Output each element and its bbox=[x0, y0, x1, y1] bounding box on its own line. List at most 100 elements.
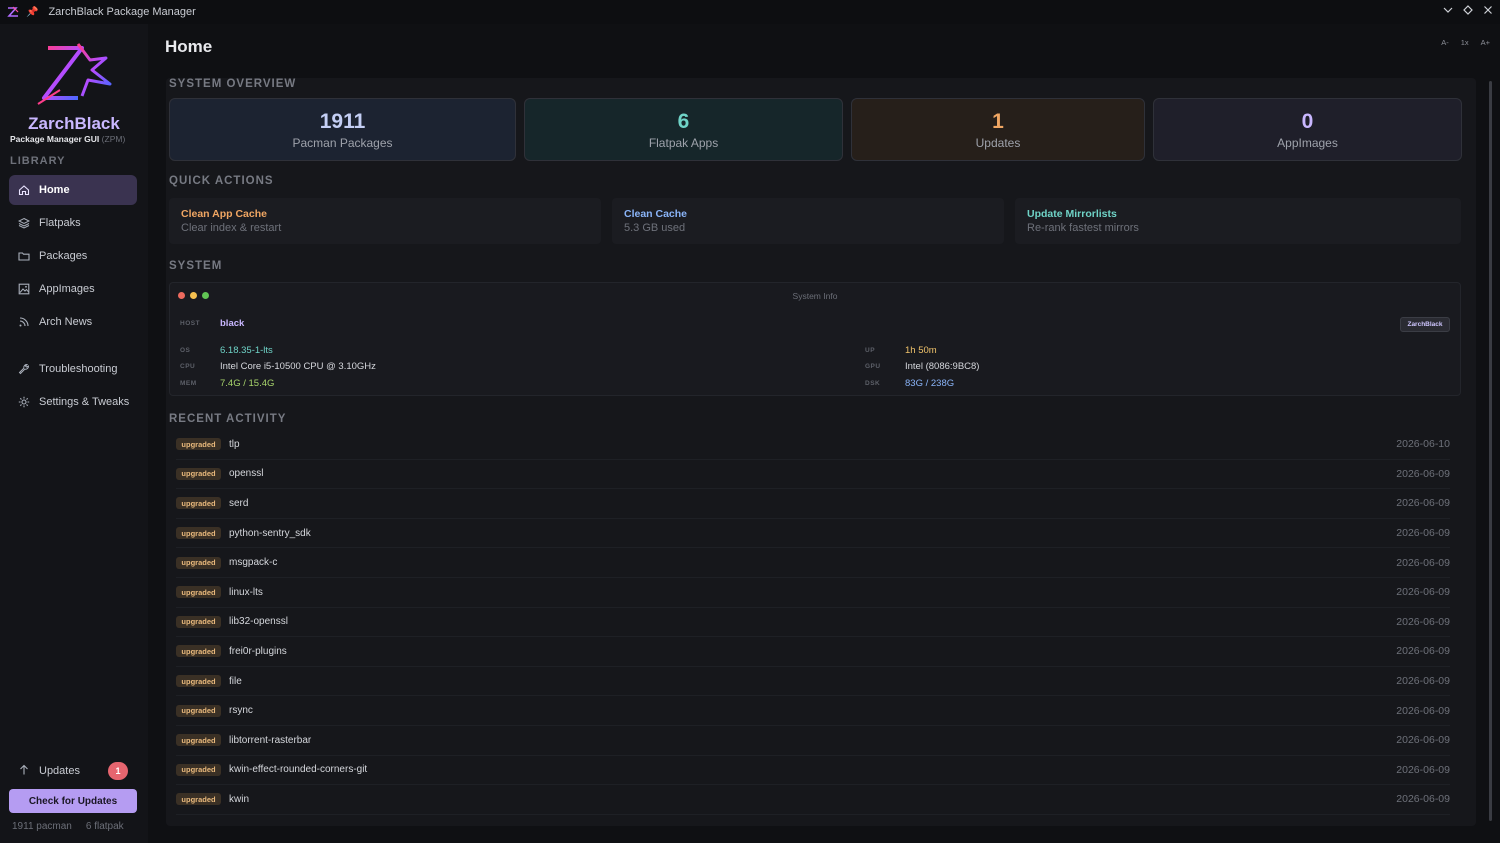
maximize-button[interactable] bbox=[1462, 4, 1474, 18]
sidebar-item-label: Packages bbox=[39, 250, 88, 262]
stat-label: Updates bbox=[975, 135, 1021, 150]
updates-label: Updates bbox=[39, 765, 80, 777]
stat-value: 1 bbox=[992, 109, 1004, 133]
stat-label: Flatpak Apps bbox=[648, 135, 719, 150]
sidebar-item-label: Flatpaks bbox=[39, 217, 81, 229]
mem-value: 7.4G / 15.4G bbox=[220, 378, 275, 389]
title-bar: 📌 ZarchBlack Package Manager bbox=[0, 0, 1500, 24]
pin-icon[interactable]: 📌 bbox=[26, 7, 38, 18]
brand-subtitle: Package Manager GUI (ZPM) bbox=[10, 134, 125, 144]
update-mirrorlists-action[interactable]: Update Mirrorlists Re-rank fastest mirro… bbox=[1015, 198, 1461, 244]
activity-row[interactable]: upgraded libtorrent-rasterbar 2026-06-09 bbox=[176, 726, 1450, 756]
status-badge: upgraded bbox=[176, 734, 221, 747]
zoom-reset-button[interactable]: 1x bbox=[1461, 38, 1469, 47]
home-icon bbox=[17, 184, 31, 196]
activity-row[interactable]: upgraded msgpack-c 2026-06-09 bbox=[176, 548, 1450, 578]
sidebar-item-label: Troubleshooting bbox=[39, 363, 118, 375]
activity-row[interactable]: upgraded kwin 2026-06-09 bbox=[176, 785, 1450, 815]
minimize-button[interactable] bbox=[1442, 4, 1454, 18]
check-for-updates-button[interactable]: Check for Updates bbox=[9, 789, 137, 813]
activity-row[interactable]: upgraded rsync 2026-06-09 bbox=[176, 696, 1450, 726]
mem-row: MEM 7.4G / 15.4G bbox=[180, 378, 274, 389]
folder-icon bbox=[17, 250, 31, 262]
host-key: HOST bbox=[180, 320, 201, 327]
package-name: file bbox=[229, 675, 242, 687]
activity-row[interactable]: upgraded linux-lts 2026-06-09 bbox=[176, 578, 1450, 608]
stat-value: 0 bbox=[1301, 109, 1314, 133]
package-name: libtorrent-rasterbar bbox=[229, 734, 312, 746]
page-title: Home bbox=[165, 37, 213, 56]
stat-label: AppImages bbox=[1277, 135, 1338, 150]
clean-cache-action[interactable]: Clean Cache 5.3 GB used bbox=[612, 198, 1004, 244]
system-overview-heading: SYSTEM OVERVIEW bbox=[169, 78, 297, 90]
sidebar-item-troubleshooting[interactable]: Troubleshooting bbox=[9, 354, 137, 384]
stat-card-flatpak[interactable]: 6 Flatpak Apps bbox=[524, 98, 843, 161]
activity-date: 2026-06-10 bbox=[1396, 438, 1450, 451]
activity-row[interactable]: upgraded python-sentry_sdk 2026-06-09 bbox=[176, 519, 1450, 549]
brand-tag: (ZPM) bbox=[101, 134, 126, 144]
arrow-up-icon bbox=[17, 764, 31, 779]
library-heading: LIBRARY bbox=[10, 155, 66, 167]
up-key: UP bbox=[865, 347, 876, 354]
sidebar-item-appimages[interactable]: AppImages bbox=[9, 274, 137, 304]
os-row: OS 6.18.35-1-lts bbox=[180, 345, 273, 356]
updates-count-badge: 1 bbox=[107, 762, 128, 780]
activity-row[interactable]: upgraded file 2026-06-09 bbox=[176, 667, 1450, 697]
zoom-increase-button[interactable]: A+ bbox=[1481, 38, 1490, 47]
sidebar-item-settings[interactable]: Settings & Tweaks bbox=[9, 387, 137, 417]
layers-icon bbox=[17, 217, 31, 229]
sidebar-item-label: Settings & Tweaks bbox=[39, 396, 130, 408]
brand-subtitle-text: Package Manager GUI bbox=[10, 134, 100, 144]
sidebar-item-label: Home bbox=[39, 184, 70, 196]
sidebar-item-packages[interactable]: Packages bbox=[9, 241, 137, 271]
main-area: Home A- 1x A+ SYSTEM OVERVIEW 1911 Pacma… bbox=[148, 24, 1500, 843]
stat-card-pacman[interactable]: 1911 Pacman Packages bbox=[169, 98, 516, 161]
activity-date: 2026-06-09 bbox=[1396, 675, 1450, 688]
mem-key: MEM bbox=[180, 380, 197, 387]
os-key: OS bbox=[180, 347, 191, 354]
sidebar-item-label: AppImages bbox=[39, 283, 95, 295]
zoom-controls: A- 1x A+ bbox=[1441, 38, 1490, 47]
stat-card-updates[interactable]: 1 Updates bbox=[851, 98, 1145, 161]
status-badge: upgraded bbox=[176, 497, 221, 510]
action-title: Update Mirrorlists bbox=[1027, 208, 1117, 220]
window-title: ZarchBlack Package Manager bbox=[48, 6, 196, 18]
activity-date: 2026-06-09 bbox=[1396, 497, 1450, 510]
action-title: Clean App Cache bbox=[181, 208, 267, 220]
stat-card-appimages[interactable]: 0 AppImages bbox=[1153, 98, 1462, 161]
sidebar-item-updates[interactable]: Updates 1 bbox=[9, 756, 137, 786]
sidebar: ZarchBlack Package Manager GUI (ZPM) LIB… bbox=[0, 24, 148, 843]
quick-actions-heading: QUICK ACTIONS bbox=[169, 175, 274, 187]
package-name: linux-lts bbox=[229, 586, 263, 598]
activity-row[interactable]: upgraded tlp 2026-06-10 bbox=[176, 430, 1450, 460]
zoom-decrease-button[interactable]: A- bbox=[1441, 38, 1449, 47]
sidebar-item-home[interactable]: Home bbox=[9, 175, 137, 205]
stat-value: 6 bbox=[677, 109, 690, 133]
system-heading: SYSTEM bbox=[169, 260, 223, 272]
activity-row[interactable]: upgraded kwin-effect-rounded-corners-git 2… bbox=[176, 756, 1450, 786]
gpu-row: GPU Intel (8086:9BC8) bbox=[865, 361, 979, 372]
package-name: kwin-effect-rounded-corners-git bbox=[229, 764, 368, 776]
sidebar-item-arch-news[interactable]: Arch News bbox=[9, 307, 137, 337]
activity-date: 2026-06-09 bbox=[1396, 586, 1450, 599]
activity-row[interactable]: upgraded serd 2026-06-09 bbox=[176, 489, 1450, 519]
up-value: 1h 50m bbox=[905, 345, 937, 356]
sidebar-item-flatpaks[interactable]: Flatpaks bbox=[9, 208, 137, 238]
close-button[interactable] bbox=[1482, 4, 1494, 18]
package-name: kwin bbox=[229, 793, 250, 805]
activity-row[interactable]: upgraded openssl 2026-06-09 bbox=[176, 460, 1450, 490]
cpu-key: CPU bbox=[180, 363, 196, 370]
clean-app-cache-action[interactable]: Clean App Cache Clear index & restart bbox=[169, 198, 601, 244]
host-value: black bbox=[220, 318, 245, 329]
content-scrollbar[interactable] bbox=[1489, 81, 1492, 821]
activity-row[interactable]: upgraded lib32-openssl 2026-06-09 bbox=[176, 608, 1450, 638]
package-name: lib32-openssl bbox=[229, 616, 288, 628]
cpu-value: Intel Core i5-10500 CPU @ 3.10GHz bbox=[220, 361, 376, 372]
activity-date: 2026-06-09 bbox=[1396, 645, 1450, 658]
home-content: SYSTEM OVERVIEW 1911 Pacman Packages 6 F… bbox=[166, 78, 1476, 826]
dsk-key: DSK bbox=[865, 380, 881, 387]
rss-icon bbox=[17, 316, 31, 328]
activity-row[interactable]: upgraded frei0r-plugins 2026-06-09 bbox=[176, 637, 1450, 667]
package-name: python-sentry_sdk bbox=[229, 527, 311, 539]
activity-date: 2026-06-09 bbox=[1396, 467, 1450, 480]
